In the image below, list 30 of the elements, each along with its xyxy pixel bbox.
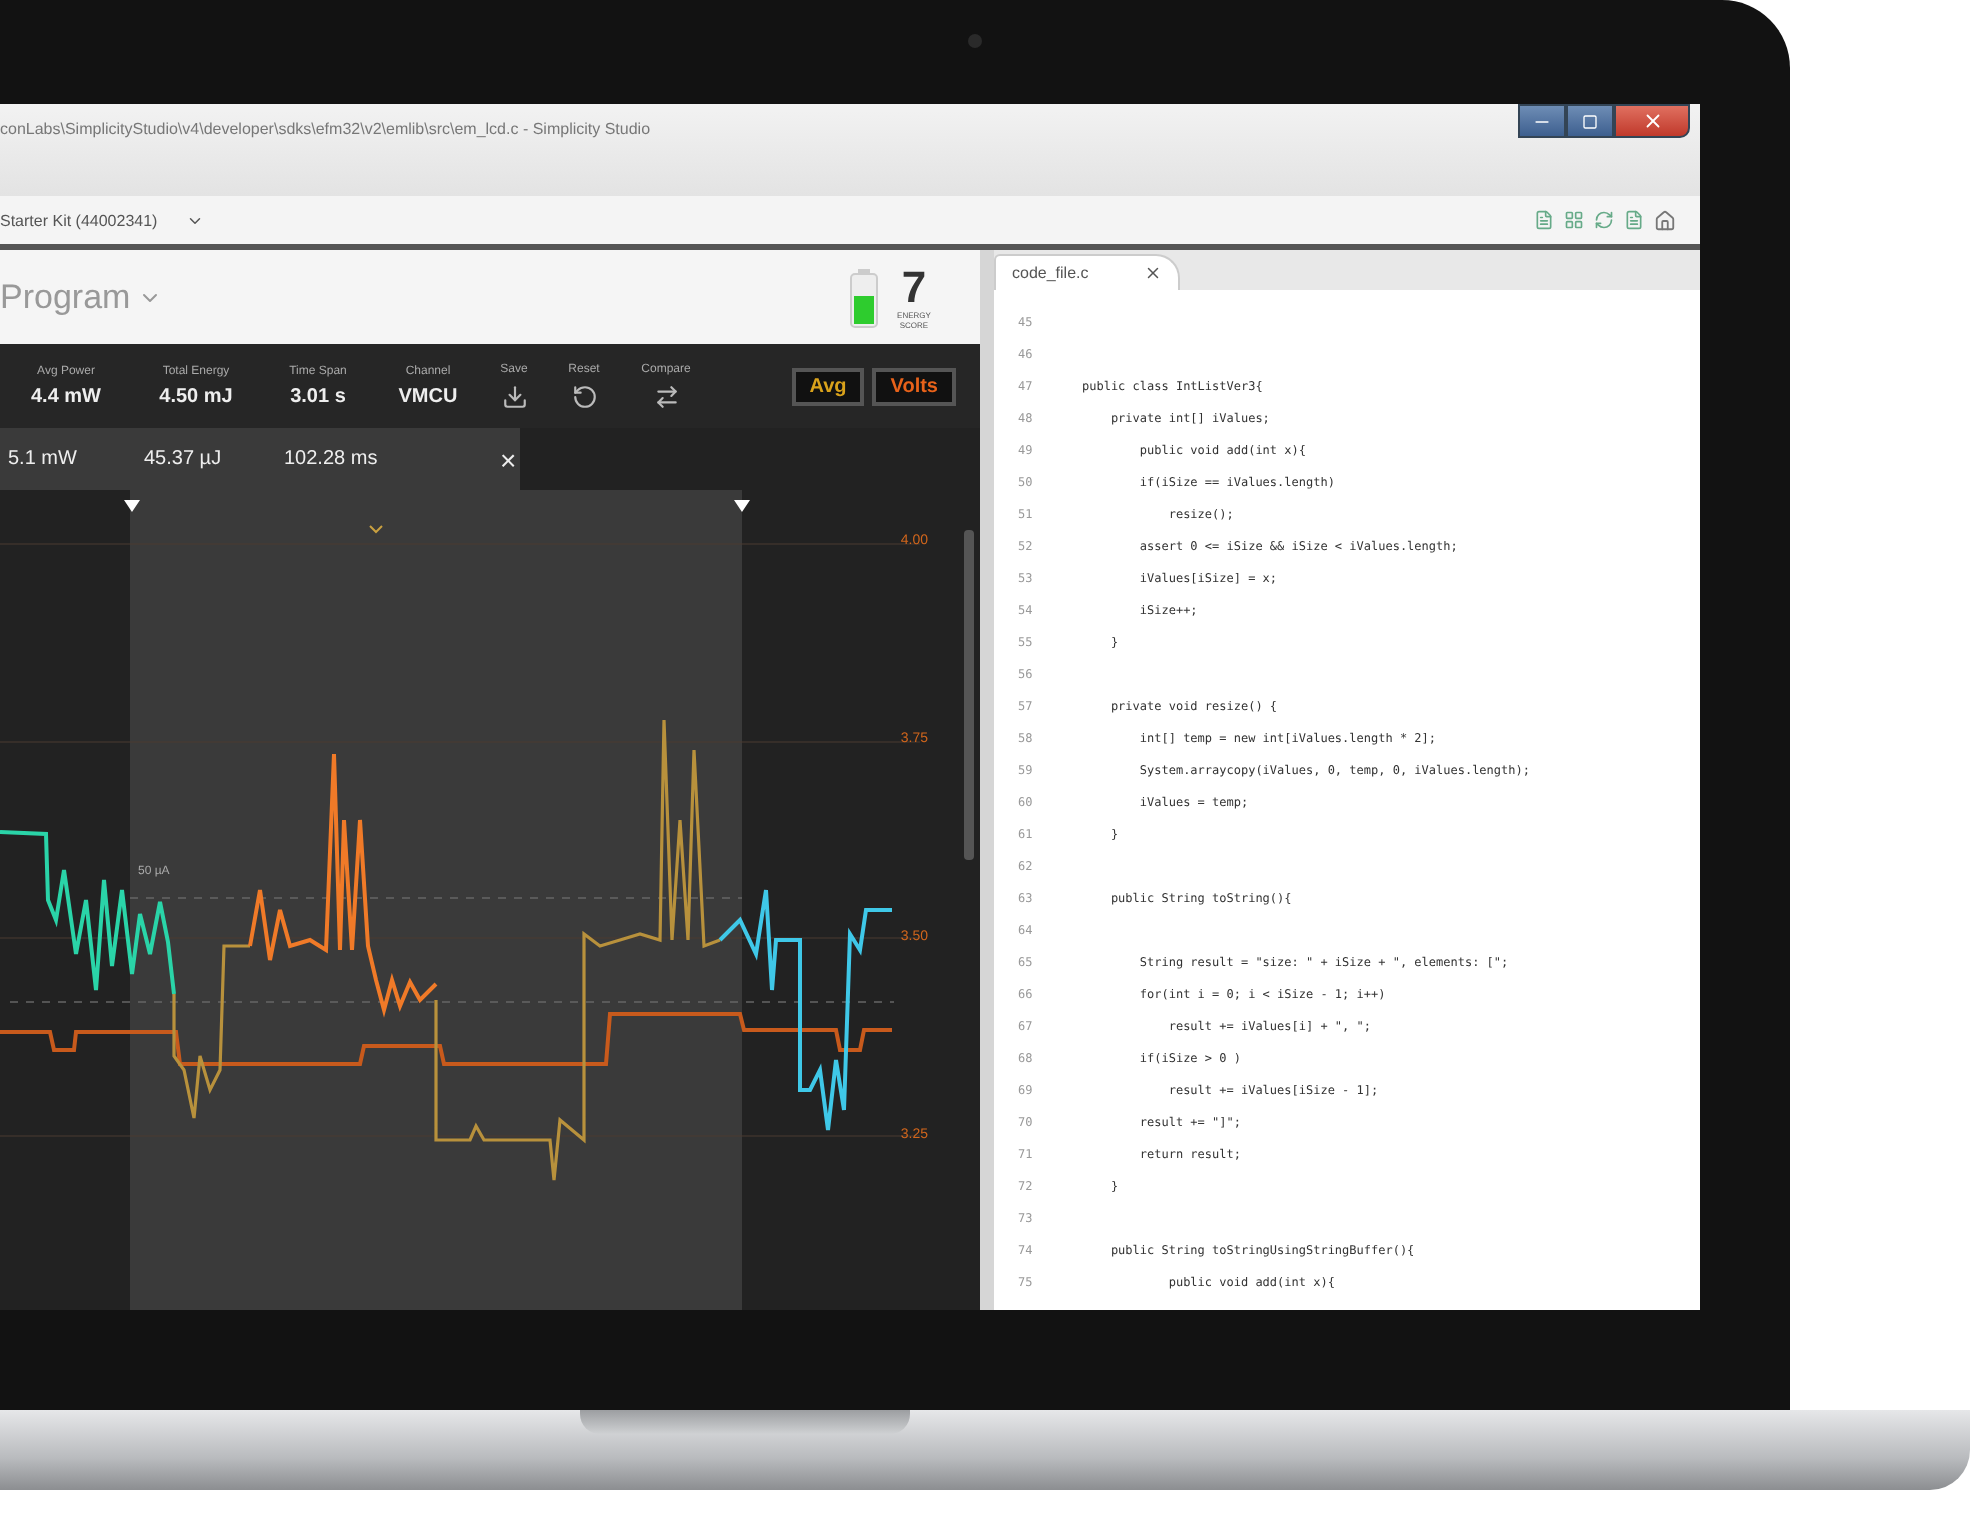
camera-dot [968,34,982,48]
grid-icon[interactable] [1564,210,1584,230]
close-icon [1641,110,1663,132]
stat-value: 3.01 s [290,385,346,407]
maximize-icon [1582,113,1598,129]
selection-value: 102.28 ms [284,448,380,470]
device-dropdown[interactable]: Starter Kit (44002341) [0,211,204,229]
selection-value: 45.37 µJ [144,448,224,470]
window-title: conLabs\SimplicityStudio\v4\developer\sdks\efm32\v2\emlib\src\em_lcd.c - Simplicity Studio [0,120,651,138]
save-button[interactable] [501,383,527,409]
energy-score: 7 [901,265,927,309]
reset-button[interactable] [571,383,597,409]
editor-tab[interactable]: code_file.c [994,254,1181,290]
maximize-button[interactable] [1566,104,1614,138]
close-selection-button[interactable]: × [484,443,517,475]
document-icon[interactable] [1534,210,1554,230]
home-icon[interactable] [1654,209,1676,231]
stat-value: 4.4 mW [30,385,101,407]
compare-button[interactable] [653,383,679,409]
close-icon[interactable] [1144,264,1163,282]
stat-value: 4.50 mJ [159,385,233,407]
selection-value: 5.1 mW [8,448,79,470]
refresh-icon[interactable] [1594,210,1614,230]
battery-icon [850,267,878,327]
minimize-button[interactable] [1518,104,1566,138]
stat-value: VMCU [398,385,458,407]
close-button[interactable] [1614,104,1690,138]
view-toggle[interactable]: Avg [791,367,865,405]
page-icon[interactable] [1624,210,1644,230]
view-toggle[interactable]: Volts [872,367,956,405]
